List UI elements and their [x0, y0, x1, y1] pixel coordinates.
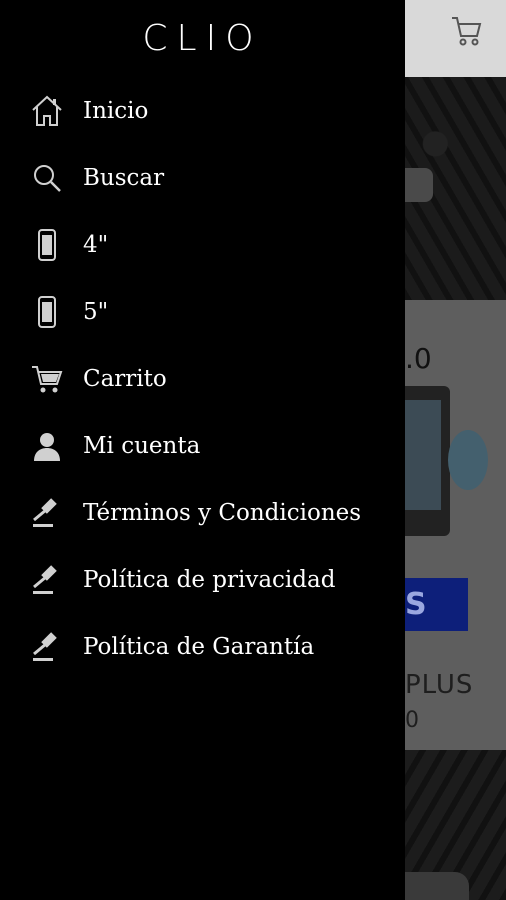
- menu-item-garantia[interactable]: Política de Garantía: [0, 613, 405, 680]
- app-top-bar: [405, 0, 506, 77]
- menu-item-label: Términos y Condiciones: [83, 499, 362, 526]
- gavel-icon: [30, 563, 64, 597]
- product-subtitle: 0: [405, 708, 419, 733]
- product-image-screen: [405, 400, 441, 510]
- carousel-handle: [405, 168, 433, 202]
- product-price: .0: [405, 342, 432, 375]
- gavel-icon: [30, 630, 64, 664]
- menu-item-label: 4": [83, 231, 109, 258]
- menu-item-label: Política de Garantía: [83, 633, 315, 660]
- phone-icon: [30, 228, 64, 262]
- menu-item-mi-cuenta[interactable]: Mi cuenta: [0, 412, 405, 479]
- cart-icon: [30, 362, 64, 396]
- buy-button[interactable]: S: [405, 578, 468, 631]
- app-logo: CLIO: [142, 18, 263, 59]
- menu-item-5-inch[interactable]: 5": [0, 278, 405, 345]
- menu-item-label: Política de privacidad: [83, 566, 336, 593]
- menu-item-privacidad[interactable]: Política de privacidad: [0, 546, 405, 613]
- menu-item-carrito[interactable]: Carrito: [0, 345, 405, 412]
- product-image-splash: [448, 430, 488, 490]
- menu-item-buscar[interactable]: Buscar: [0, 144, 405, 211]
- menu-item-4-inch[interactable]: 4": [0, 211, 405, 278]
- drawer-menu: Inicio Buscar 4" 5" Carrito Mi cuenta Té…: [0, 77, 405, 680]
- menu-item-label: Carrito: [83, 365, 167, 392]
- home-icon: [30, 94, 64, 128]
- menu-item-label: Inicio: [83, 97, 149, 124]
- cart-icon[interactable]: [450, 14, 484, 48]
- user-icon: [30, 429, 64, 463]
- bottom-handle: [405, 872, 469, 900]
- menu-item-inicio[interactable]: Inicio: [0, 77, 405, 144]
- search-icon: [30, 161, 64, 195]
- menu-item-label: 5": [83, 298, 109, 325]
- menu-item-label: Buscar: [83, 164, 165, 191]
- menu-item-label: Mi cuenta: [83, 432, 201, 459]
- menu-item-terminos[interactable]: Términos y Condiciones: [0, 479, 405, 546]
- phone-icon: [30, 295, 64, 329]
- navigation-drawer: CLIO Inicio Buscar 4" 5" Carrito Mi cuen…: [0, 0, 405, 900]
- gavel-icon: [30, 496, 64, 530]
- product-name: PLUS: [405, 670, 474, 700]
